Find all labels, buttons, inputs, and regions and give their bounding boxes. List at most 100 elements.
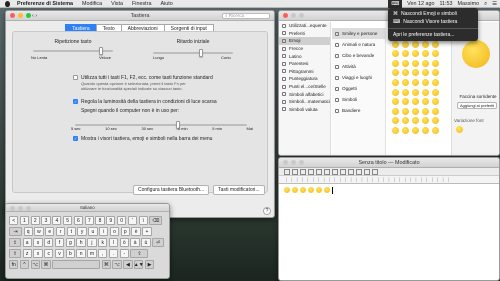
menubar-time[interactable]: 11:53 [439, 1, 452, 7]
key[interactable]: u [88, 227, 98, 236]
emoji-cell[interactable] [402, 126, 409, 134]
key[interactable]: z [22, 249, 32, 258]
key[interactable]: ì [138, 216, 148, 225]
emoji-cell[interactable] [422, 78, 429, 86]
key[interactable]: à [130, 238, 140, 247]
subcat-item[interactable]: Cibo e bevande [332, 50, 385, 61]
key[interactable]: n [76, 249, 86, 258]
emoji-cell[interactable] [412, 59, 419, 67]
key[interactable]: 8 [95, 216, 105, 225]
repeat-slider[interactable] [33, 47, 113, 55]
key[interactable]: ^ [19, 260, 30, 269]
key[interactable]: ' [127, 216, 138, 225]
key[interactable]: 3 [41, 216, 51, 225]
hide-keyboard-viewer-item[interactable]: ⌨ Nascondi Visore tastiera [388, 18, 478, 26]
key[interactable]: a [22, 238, 32, 247]
key[interactable]: j [87, 238, 97, 247]
subcat-item-selected[interactable]: Smiley e persone [332, 28, 385, 39]
zoom-button[interactable] [26, 205, 31, 211]
key[interactable]: + [142, 227, 152, 236]
font-variant-emoji[interactable] [456, 126, 463, 133]
key[interactable]: 1 [19, 216, 30, 225]
delay-slider[interactable] [153, 49, 233, 57]
apple-icon[interactable] [5, 0, 10, 7]
key[interactable]: d [44, 238, 54, 247]
category-item-selected[interactable]: Emoji [279, 37, 330, 45]
key[interactable]: q [23, 227, 33, 236]
emoji-cell[interactable] [392, 98, 399, 106]
emoji-cell[interactable] [422, 98, 429, 106]
subcat-item[interactable]: Viaggi e luoghi [332, 72, 385, 83]
emoji-cell[interactable] [392, 50, 399, 58]
emoji-cell[interactable] [412, 78, 419, 86]
minimize-button[interactable] [291, 160, 296, 165]
menubar-user[interactable]: Massimo [458, 1, 480, 7]
key[interactable]: 2 [30, 216, 40, 225]
fkeys-checkbox[interactable] [73, 75, 78, 81]
key[interactable]: ⏎ [152, 238, 165, 247]
align-center-icon[interactable] [356, 168, 362, 175]
back-forward-icon[interactable]: ‹ › [32, 11, 37, 21]
emoji-cell[interactable] [402, 78, 409, 86]
category-item[interactable]: Simboli...matematici [279, 98, 330, 106]
paragraph-style-icon[interactable] [284, 168, 290, 175]
emoji-cell[interactable] [402, 59, 409, 67]
emoji-cell[interactable] [422, 40, 429, 48]
emoji-cell[interactable] [392, 126, 399, 134]
bold-icon[interactable] [324, 168, 330, 175]
emoji-cell[interactable] [402, 40, 409, 48]
subcat-item[interactable]: Attività [332, 61, 385, 72]
key[interactable]: k [98, 238, 108, 247]
emoji-cell[interactable] [432, 69, 439, 77]
emoji-cell[interactable] [392, 117, 399, 125]
document-body[interactable] [279, 184, 499, 197]
emoji-cell[interactable] [432, 59, 439, 67]
key[interactable]: ▲▼ [134, 260, 144, 269]
emoji-cell[interactable] [422, 88, 429, 96]
minimize-button[interactable] [18, 205, 23, 211]
key[interactable]: l [108, 238, 119, 247]
key[interactable]: ◀ [123, 260, 133, 269]
key[interactable]: ⇪ [9, 238, 21, 247]
emoji-cell[interactable] [392, 40, 399, 48]
emoji-cell[interactable] [402, 107, 409, 115]
bluetooth-keyboard-button[interactable]: Configura tastiera Bluetooth... [133, 185, 210, 195]
emoji-cell[interactable] [422, 69, 429, 77]
input-menu-icon[interactable]: ⌨ [388, 0, 403, 8]
font-family-icon[interactable] [292, 168, 298, 175]
key[interactable]: p [120, 227, 130, 236]
category-item[interactable]: Frecce [279, 45, 330, 53]
emoji-cell[interactable] [412, 88, 419, 96]
key[interactable]: < [9, 216, 19, 225]
emoji-cell[interactable] [412, 98, 419, 106]
emoji-cell[interactable] [412, 50, 419, 58]
menu-finestra[interactable]: Finestra [132, 1, 151, 7]
key[interactable]: 0 [116, 216, 127, 225]
key[interactable]: 4 [52, 216, 62, 225]
key[interactable]: i [99, 227, 109, 236]
emoji-cell[interactable] [432, 50, 439, 58]
key[interactable]: ▶ [144, 260, 155, 269]
align-left-icon[interactable] [348, 168, 354, 175]
delay-slider-thumb[interactable] [199, 49, 203, 57]
minimize-button[interactable] [291, 13, 296, 18]
subcat-item[interactable]: Oggetti [332, 83, 385, 94]
emoji-cell[interactable] [412, 69, 419, 77]
key[interactable]: v [54, 249, 65, 258]
emoji-cell[interactable] [412, 117, 419, 125]
key[interactable]: t [66, 227, 76, 236]
subcat-item[interactable]: Animali e natura [332, 39, 385, 50]
emoji-cell[interactable] [422, 107, 429, 115]
key[interactable]: c [44, 249, 54, 258]
zoom-button[interactable] [26, 13, 31, 18]
add-favorite-button[interactable]: Aggiungi ai preferiti [457, 102, 498, 109]
align-right-icon[interactable] [364, 168, 370, 175]
emoji-cell[interactable] [402, 88, 409, 96]
emoji-cell[interactable] [432, 126, 439, 134]
light-checkbox[interactable]: ✓ [73, 99, 78, 105]
category-item[interactable]: Punteggiatura [279, 75, 330, 83]
key[interactable]: h [76, 238, 86, 247]
category-item[interactable]: Latino [279, 52, 330, 60]
font-style-icon[interactable] [300, 168, 306, 175]
key[interactable]: ⇥ [9, 227, 22, 236]
